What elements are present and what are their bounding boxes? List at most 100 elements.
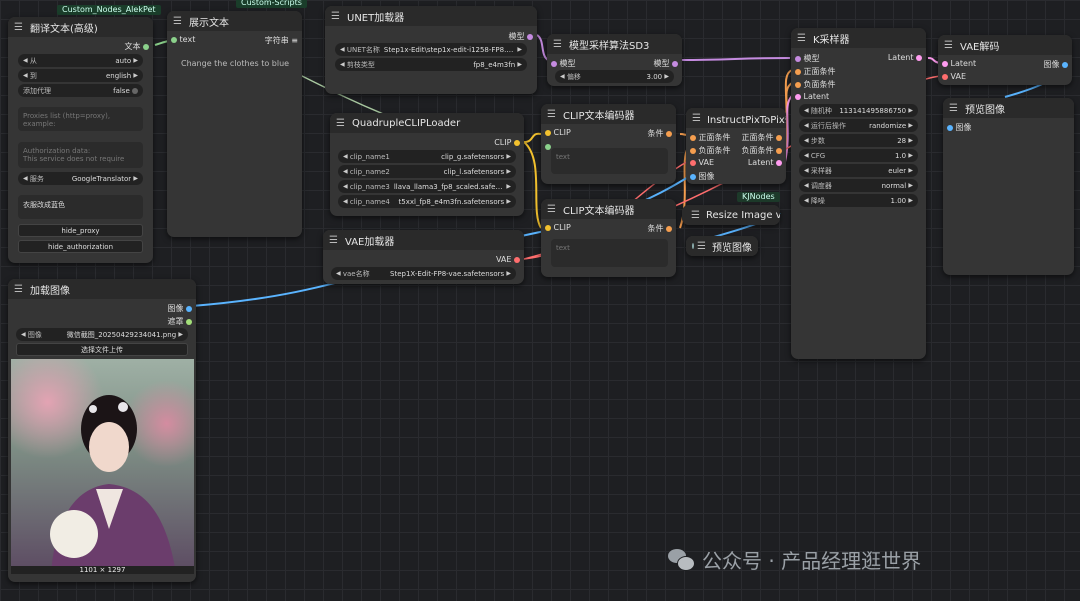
resize-image-node[interactable]: ☰ Resize Image v2 xyxy=(682,205,780,225)
menu-icon[interactable]: ☰ xyxy=(944,40,954,51)
proxy-toggle[interactable]: 添加代理 false xyxy=(18,84,143,97)
proxies-textarea[interactable]: Proxies list (http=proxy), example: xyxy=(18,107,143,131)
text-input-socket[interactable] xyxy=(545,143,551,150)
input-socket[interactable] xyxy=(942,73,948,80)
output-socket[interactable] xyxy=(186,318,192,325)
weight-dtype-widget[interactable]: ◀ 剪枝类型 fp8_e4m3fn ▶ xyxy=(335,58,527,71)
output-socket[interactable] xyxy=(527,33,533,40)
input-socket[interactable] xyxy=(795,93,801,100)
clip-name2-widget[interactable]: ◀ clip_name2 clip_l.safetensors ▶ xyxy=(338,165,516,178)
menu-icon[interactable]: ☰ xyxy=(329,235,339,246)
quadruple-clip-loader-node[interactable]: ☰ QuadrupleCLIPLoader CLIP ◀ clip_name1 cl… xyxy=(330,113,524,216)
load-image-node[interactable]: ☰ 加载图像 图像 遮罩 ◀ 图像 微信截图_20250429234041.png … xyxy=(8,279,196,582)
menu-icon[interactable]: ☰ xyxy=(547,204,557,215)
collapse-dot[interactable] xyxy=(692,243,695,249)
auth-textarea[interactable]: Authorization data: This service does no… xyxy=(18,142,143,168)
output-label: 字符串 xyxy=(264,36,289,45)
shift-widget[interactable]: ◀ 偏移 3.00 ▶ xyxy=(555,70,674,83)
input-socket[interactable] xyxy=(795,55,801,62)
menu-icon[interactable]: ☰ xyxy=(692,113,701,124)
vae-name-widget[interactable]: ◀ vae名称 Step1X-Edit-FP8-vae.safetensors ▶ xyxy=(331,267,516,280)
output-socket[interactable] xyxy=(776,147,782,154)
menu-icon[interactable]: ☰ xyxy=(949,103,959,114)
model-sampling-sd3-node[interactable]: ☰ 模型采样算法SD3 模型 模型 ◀ 偏移 3.00 ▶ xyxy=(547,34,682,86)
sampler-widget[interactable]: ◀ 采样器 euler ▶ xyxy=(799,164,918,177)
image-select-widget[interactable]: ◀ 图像 微信截图_20250429234041.png ▶ xyxy=(16,328,188,341)
menu-icon[interactable]: ☰ xyxy=(697,241,706,252)
menu-icon[interactable]: ☰ xyxy=(173,16,183,27)
output-socket[interactable] xyxy=(514,139,520,146)
input-socket[interactable] xyxy=(690,159,696,166)
denoise-widget[interactable]: ◀ 降噪 1.00 ▶ xyxy=(799,194,918,207)
from-widget[interactable]: ◀ 从 auto ▶ xyxy=(18,54,143,67)
input-label: 负面条件 xyxy=(803,80,836,89)
text-input[interactable]: 衣服改成蓝色 xyxy=(18,195,143,219)
scheduler-widget[interactable]: ◀ 调度器 normal ▶ xyxy=(799,179,918,192)
translate-text-node[interactable]: ☰ 翻译文本(高级) 文本 ◀ 从 auto ▶ ◀ 到 english ▶ 添加代理… xyxy=(8,17,153,263)
output-label: 文本 xyxy=(124,42,141,51)
group-tag-kjnodes: KJNodes xyxy=(737,192,780,202)
menu-icon[interactable]: ☰ xyxy=(336,118,346,129)
control-after-generate-widget[interactable]: ◀ 运行后操作 randomize ▶ xyxy=(799,119,918,132)
cfg-widget[interactable]: ◀ CFG 1.0 ▶ xyxy=(799,149,918,162)
label: CFG xyxy=(810,151,826,160)
output-socket[interactable] xyxy=(672,60,678,67)
output-socket[interactable] xyxy=(143,43,149,50)
clip-text-encode-node-2[interactable]: ☰ CLIP文本编码器 CLIP 条件 text xyxy=(541,199,676,277)
node-title: 预览图像 xyxy=(712,242,752,254)
menu-icon[interactable]: ☰ xyxy=(553,39,563,50)
input-socket[interactable] xyxy=(551,60,557,67)
vae-decode-node[interactable]: ☰ VAE解码 Latent VAE 图像 xyxy=(938,35,1072,85)
input-socket[interactable] xyxy=(942,60,948,67)
output-socket[interactable] xyxy=(514,256,520,263)
seed-widget[interactable]: ◀ 随机种 113141495886750 ▶ xyxy=(799,104,918,117)
input-socket[interactable] xyxy=(690,134,696,141)
vae-loader-node[interactable]: ☰ VAE加载器 VAE ◀ vae名称 Step1X-Edit-FP8-vae.s… xyxy=(323,230,524,284)
clip-name4-widget[interactable]: ◀ clip_name4 t5xxl_fp8_e4m3fn.safetensors… xyxy=(338,195,516,208)
input-socket[interactable] xyxy=(947,124,953,131)
input-socket[interactable] xyxy=(690,147,696,154)
unet-loader-node[interactable]: ☰ UNET加载器 模型 ◀ UNET名称 Step1x-Edit\step1x-e… xyxy=(325,6,537,94)
input-label: VAE xyxy=(698,158,715,167)
menu-icon[interactable]: ☰ xyxy=(691,210,700,221)
prompt-textarea[interactable]: text xyxy=(551,148,668,174)
output-label: 负面条件 xyxy=(741,146,774,155)
menu-icon[interactable]: ☰ xyxy=(331,11,341,22)
show-text-node[interactable]: ☰ 展示文本 text 字符串 ≡ Change the clothes to b… xyxy=(167,11,302,237)
output-socket[interactable] xyxy=(666,130,672,137)
hide-authorization-button[interactable]: hide_authorization xyxy=(18,240,143,253)
k-sampler-node[interactable]: ☰ K采样器 模型 正面条件 负面条件 Latent Latent ◀ 随机种 11… xyxy=(791,28,926,359)
output-socket[interactable] xyxy=(1062,61,1068,68)
input-label: Latent xyxy=(803,92,830,101)
output-socket[interactable] xyxy=(776,134,782,141)
output-socket[interactable] xyxy=(916,54,922,61)
preview-image-node-collapsed[interactable]: ☰ 预览图像 xyxy=(686,236,758,256)
service-widget[interactable]: ◀ 服务 GoogleTranslator ▶ xyxy=(18,172,143,185)
output-socket[interactable] xyxy=(186,305,192,312)
value: 微信截图_20250429234041.png xyxy=(66,330,177,339)
unet-name-widget[interactable]: ◀ UNET名称 Step1x-Edit\step1x-edit-i1258-FP… xyxy=(335,43,527,56)
to-widget[interactable]: ◀ 到 english ▶ xyxy=(18,69,143,82)
clip-name3-widget[interactable]: ◀ clip_name3 llava_llama3_fp8_scaled.safe… xyxy=(338,180,516,193)
menu-icon[interactable]: ☰ xyxy=(547,109,557,120)
prompt-textarea[interactable]: text xyxy=(551,239,668,267)
output-socket[interactable] xyxy=(666,225,672,232)
upload-button[interactable]: 选择文件上传 xyxy=(16,343,188,356)
input-socket[interactable] xyxy=(545,224,551,231)
menu-icon[interactable]: ☰ xyxy=(14,22,24,33)
preview-image-node[interactable]: ☰ 预览图像 图像 xyxy=(943,98,1074,275)
input-socket[interactable] xyxy=(690,173,696,180)
output-socket[interactable] xyxy=(776,159,782,166)
menu-icon[interactable]: ☰ xyxy=(14,284,24,295)
clip-text-encode-node-1[interactable]: ☰ CLIP文本编码器 CLIP 条件 text xyxy=(541,104,676,184)
input-socket[interactable] xyxy=(171,36,177,43)
instruct-pix-to-pix-node[interactable]: ☰ InstructPixToPix条件 正面条件 负面条件 VAE 图像 正面条… xyxy=(686,108,786,184)
label: 随机种 xyxy=(810,106,832,115)
menu-icon[interactable]: ☰ xyxy=(797,33,807,44)
steps-widget[interactable]: ◀ 步数 28 ▶ xyxy=(799,134,918,147)
clip-name1-widget[interactable]: ◀ clip_name1 clip_g.safetensors ▶ xyxy=(338,150,516,163)
input-socket[interactable] xyxy=(545,129,551,136)
input-socket[interactable] xyxy=(795,81,801,88)
hide-proxy-button[interactable]: hide_proxy xyxy=(18,224,143,237)
input-socket[interactable] xyxy=(795,68,801,75)
